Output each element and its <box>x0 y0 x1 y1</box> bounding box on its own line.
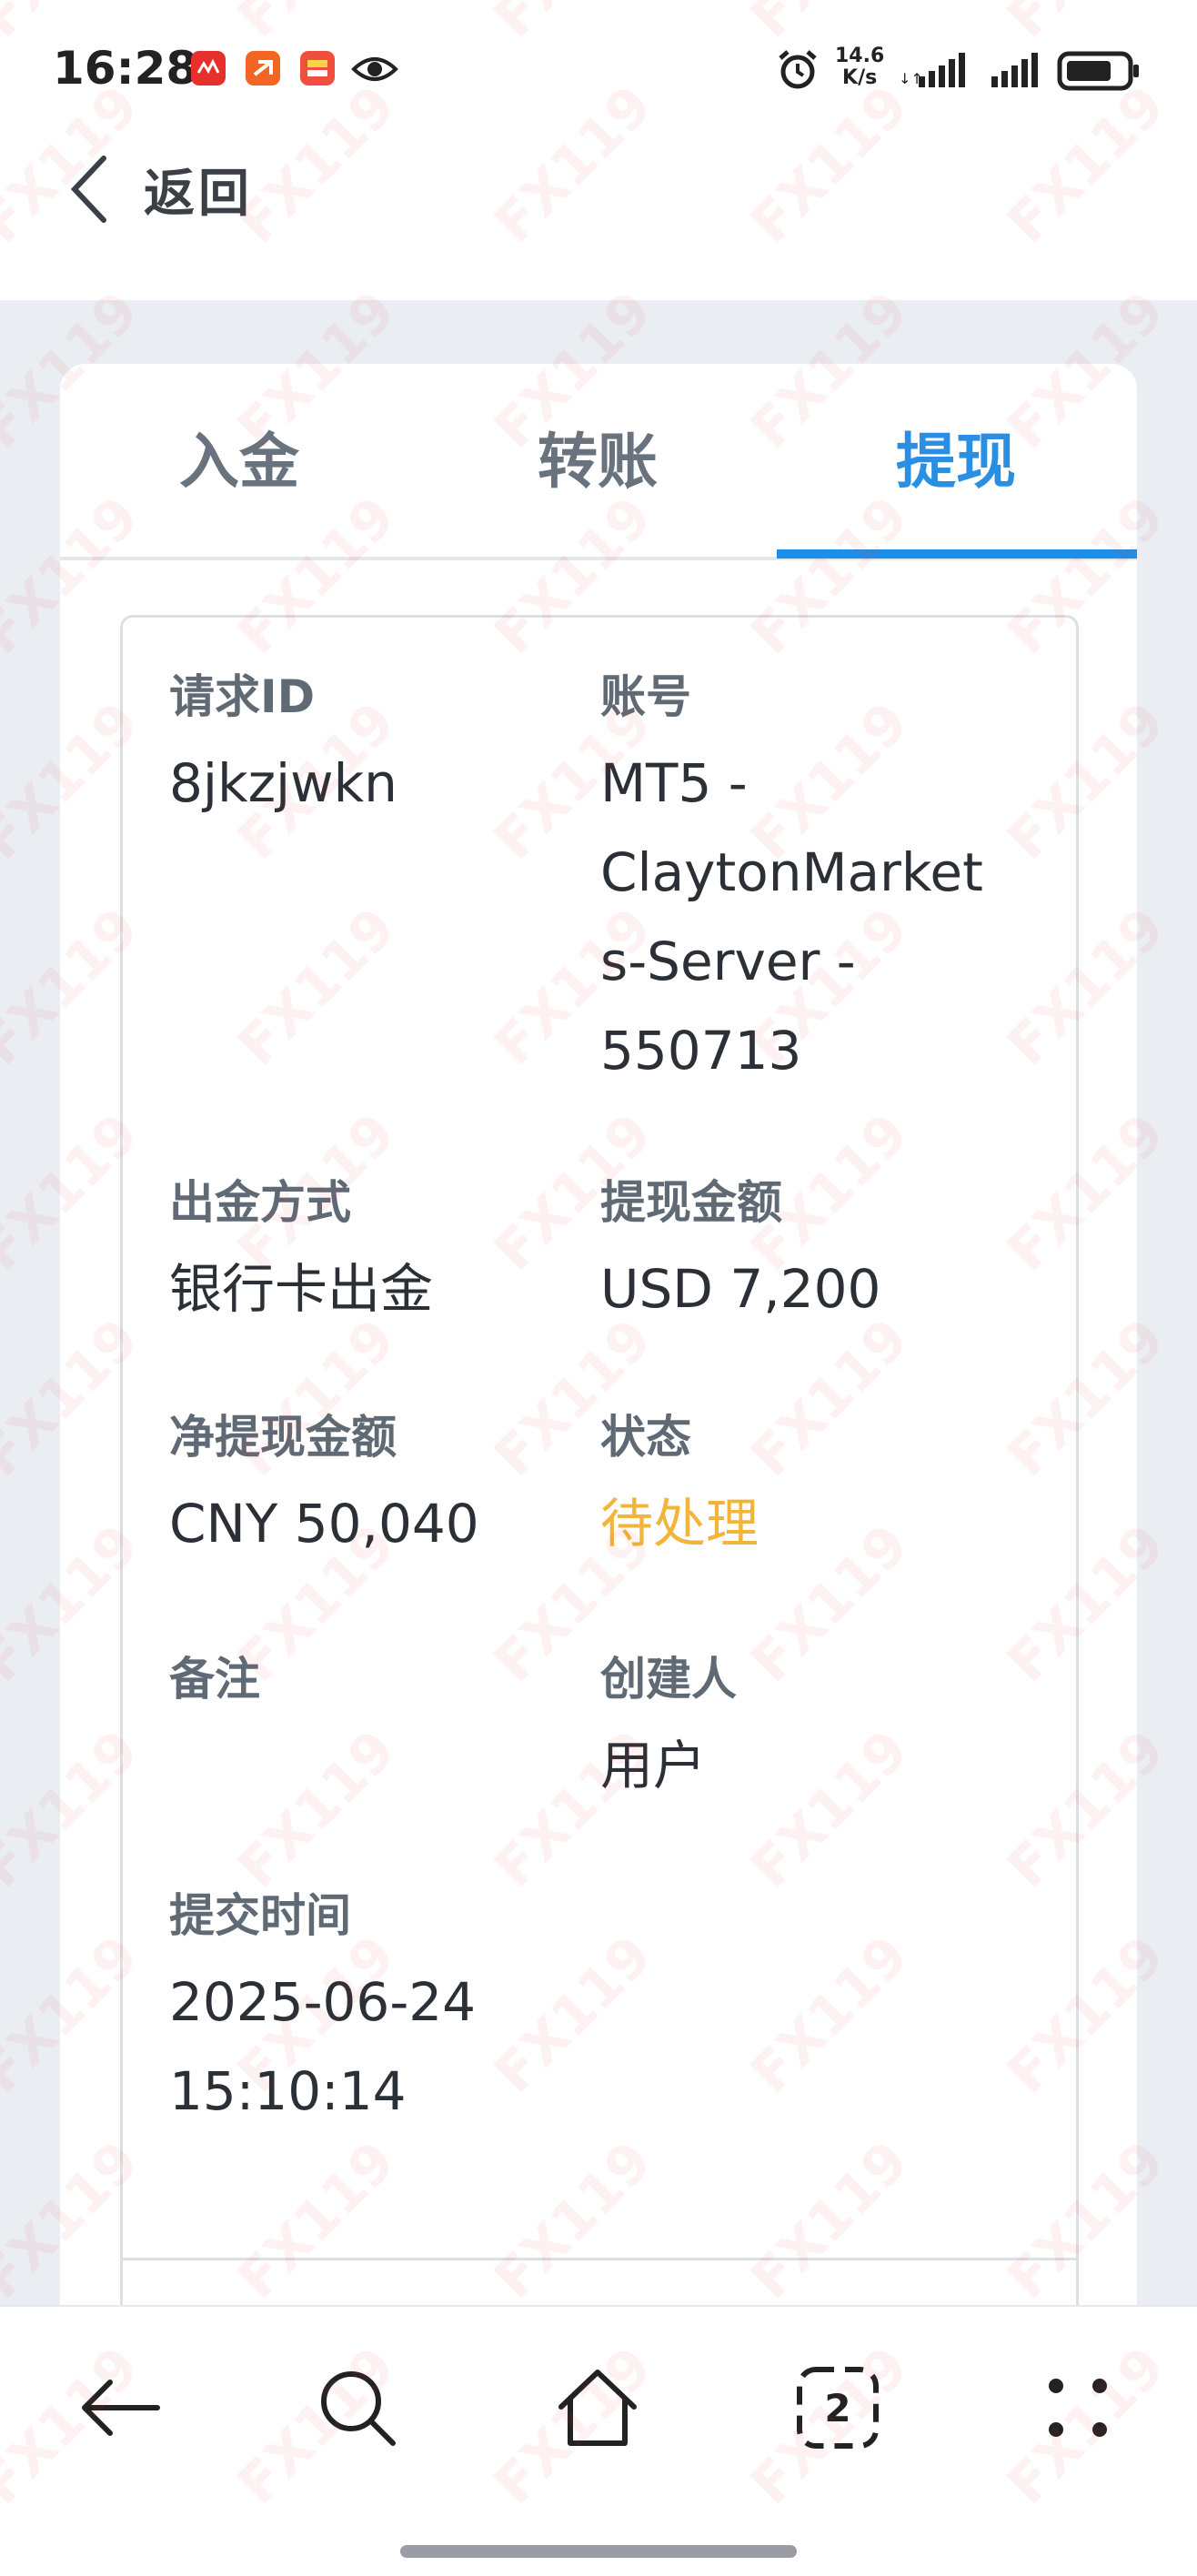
field-withdraw-amount: 提现金额 USD 7,200 <box>600 1173 880 1333</box>
active-tab-indicator <box>777 549 1137 558</box>
notification-app-icon <box>191 51 226 86</box>
value-line: s-Server - <box>600 931 856 992</box>
page: 16:28 14.6 K/s ↓↑ 返回 入金 转账 提现 请求ID 8jkzj… <box>0 0 1197 2576</box>
field-label: 提交时间 <box>169 1889 351 1942</box>
field-label: 提现金额 <box>600 1176 782 1229</box>
back-label: 返回 <box>144 164 253 224</box>
value-line: MT5 - <box>600 752 748 814</box>
field-label: 出金方式 <box>169 1176 351 1229</box>
home-indicator[interactable] <box>400 2545 797 2558</box>
notification-app-icon <box>246 51 280 86</box>
tabs-count: 2 <box>824 2385 851 2430</box>
back-button[interactable]: 返回 <box>64 146 253 233</box>
nav-tabs-button[interactable]: 2 <box>788 2358 888 2458</box>
nav-menu-button[interactable] <box>1028 2358 1128 2458</box>
network-speed-unit: K/s <box>842 66 878 89</box>
field-label: 账号 <box>600 670 691 723</box>
field-value: MT5 - ClaytonMarket s-Server - 550713 <box>600 739 983 1095</box>
nav-search-button[interactable] <box>307 2358 407 2458</box>
transaction-card: 入金 转账 提现 请求ID 8jkzjwkn 账号 MT5 - ClaytonM… <box>60 364 1137 2434</box>
nav-home-button[interactable] <box>548 2358 648 2458</box>
home-icon <box>558 2370 637 2446</box>
tab-bar: 入金 转账 提现 <box>60 364 1137 560</box>
status-bar: 16:28 14.6 K/s ↓↑ <box>0 0 1197 136</box>
field-creator: 创建人 用户 <box>600 1650 737 1810</box>
divider <box>120 2258 1079 2260</box>
value-line: ClaytonMarket <box>600 841 983 903</box>
status-time: 16:28 <box>53 42 198 95</box>
field-value: 2025-06-24 15:10:14 <box>169 1957 476 2136</box>
nav-back-button[interactable] <box>71 2358 171 2458</box>
notification-app-icon <box>300 51 335 86</box>
field-net-amount: 净提现金额 CNY 50,040 <box>169 1408 479 1568</box>
field-label: 请求ID <box>169 670 316 723</box>
field-value: 银行卡出金 <box>169 1258 434 1320</box>
more-dots-icon <box>1049 2379 1107 2437</box>
field-account: 账号 MT5 - ClaytonMarket s-Server - 550713 <box>600 668 983 1095</box>
field-value: 用户 <box>600 1735 707 1796</box>
network-speed-value: 14.6 <box>835 45 885 67</box>
field-label: 创建人 <box>600 1653 737 1706</box>
field-submit-time: 提交时间 2025-06-24 15:10:14 <box>169 1887 476 2136</box>
field-request-id: 请求ID 8jkzjwkn <box>169 668 397 828</box>
browser-bottom-bar: 2 <box>0 2305 1197 2576</box>
header: 返回 <box>0 136 1197 300</box>
eye-icon <box>351 51 398 91</box>
field-status: 状态 待处理 <box>600 1408 759 1568</box>
tab-deposit[interactable]: 入金 <box>60 411 418 513</box>
field-label: 状态 <box>600 1411 691 1464</box>
tab-withdraw[interactable]: 提现 <box>777 411 1135 513</box>
field-label: 净提现金额 <box>169 1411 397 1464</box>
field-value: 8jkzjwkn <box>169 752 397 814</box>
status-badge: 待处理 <box>600 1493 759 1555</box>
tab-transfer[interactable]: 转账 <box>418 411 777 513</box>
value-line: 15:10:14 <box>169 2060 407 2122</box>
field-value: USD 7,200 <box>600 1258 881 1320</box>
field-value: CNY 50,040 <box>169 1493 479 1555</box>
field-label: 备注 <box>169 1653 260 1706</box>
field-withdraw-method: 出金方式 银行卡出金 <box>169 1173 433 1333</box>
battery-icon <box>1057 51 1141 95</box>
alarm-icon <box>775 47 820 96</box>
search-icon <box>321 2371 396 2446</box>
value-line: 2025-06-24 <box>169 1971 477 2033</box>
value-line: 550713 <box>600 1020 802 1082</box>
arrow-left-icon <box>82 2380 160 2436</box>
network-speed: 14.6 K/s <box>835 45 884 89</box>
chevron-left-icon <box>70 156 106 223</box>
signal-icon: ↓↑ <box>899 51 971 95</box>
field-note: 备注 <box>169 1650 260 1721</box>
signal-icon <box>991 51 1042 95</box>
